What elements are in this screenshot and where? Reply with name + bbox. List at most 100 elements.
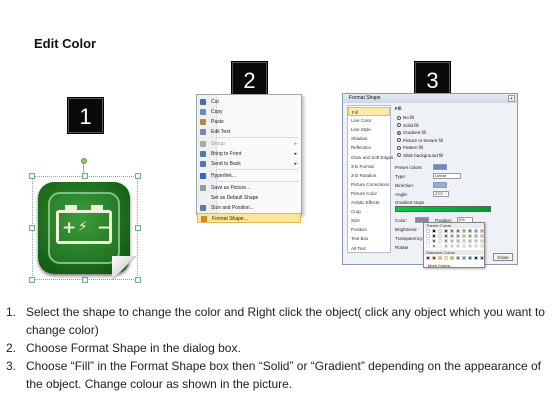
menu-item-group[interactable]: Group ▸ (197, 139, 301, 149)
category-item[interactable]: Glow and Soft Edges (348, 153, 393, 162)
theme-color-swatch[interactable] (450, 234, 454, 238)
theme-color-swatch[interactable] (444, 234, 448, 238)
theme-color-swatch[interactable] (462, 239, 466, 243)
theme-color-swatch[interactable] (474, 229, 478, 233)
standard-color-swatch[interactable] (474, 256, 478, 260)
fill-option[interactable]: Gradient fill (397, 130, 426, 135)
theme-color-swatch[interactable] (456, 229, 460, 233)
resize-handle-tr[interactable] (135, 173, 141, 179)
resize-handle-t[interactable] (82, 173, 88, 179)
theme-color-swatch[interactable] (462, 234, 466, 238)
category-item[interactable]: 3-D Format (348, 162, 390, 171)
theme-color-swatch[interactable] (432, 234, 436, 238)
theme-color-swatch[interactable] (468, 244, 472, 248)
resize-handle-tl[interactable] (29, 173, 35, 179)
fill-option[interactable]: Picture or texture fill (397, 138, 443, 143)
menu-item-format-shape[interactable]: Format Shape... (197, 213, 301, 223)
direction-dropdown[interactable] (433, 182, 447, 188)
category-item[interactable]: Reflection (348, 143, 390, 152)
category-item[interactable]: 3-D Rotation (348, 171, 390, 180)
theme-color-swatch[interactable] (456, 239, 460, 243)
theme-color-swatch[interactable] (480, 244, 484, 248)
menu-item-bring-to-front[interactable]: Bring to Front ▸ (197, 149, 301, 159)
theme-color-swatch[interactable] (438, 239, 442, 243)
theme-color-swatch[interactable] (432, 229, 436, 233)
fill-option[interactable]: Pattern fill (397, 145, 423, 150)
theme-color-swatch[interactable] (468, 229, 472, 233)
theme-color-swatch[interactable] (432, 244, 436, 248)
resize-handle-br[interactable] (135, 277, 141, 283)
resize-handle-l[interactable] (29, 225, 35, 231)
menu-item-set-as-default-shape[interactable]: Set as Default Shape (197, 193, 301, 203)
category-item[interactable]: Fill (348, 107, 390, 116)
fill-option[interactable]: Slide background fill (397, 153, 443, 158)
category-item[interactable]: Crop (348, 207, 390, 216)
resize-handle-r[interactable] (135, 225, 141, 231)
fill-option[interactable]: No fill (397, 115, 414, 120)
category-item[interactable]: Size (348, 216, 390, 225)
fill-option[interactable]: Solid fill (397, 123, 419, 128)
theme-color-swatch[interactable] (474, 234, 478, 238)
rotation-handle[interactable] (81, 158, 87, 164)
category-item[interactable]: Picture Color (348, 189, 390, 198)
standard-color-swatch[interactable] (444, 256, 448, 260)
standard-color-swatch[interactable] (438, 256, 442, 260)
standard-color-swatch[interactable] (456, 256, 460, 260)
angle-input[interactable]: 270° (433, 191, 449, 197)
category-item[interactable]: Shadow (348, 134, 390, 143)
rotate-checkbox-label[interactable]: Rotate (395, 245, 408, 250)
standard-color-swatch[interactable] (432, 256, 436, 260)
menu-item-cut[interactable]: Cut (197, 97, 301, 107)
gradient-stops-bar[interactable] (395, 206, 491, 212)
menu-item-copy[interactable]: Copy (197, 107, 301, 117)
standard-color-swatch[interactable] (426, 256, 430, 260)
category-item[interactable]: Line Style (348, 125, 390, 134)
theme-color-swatch[interactable] (444, 229, 448, 233)
category-item[interactable]: Alt Text (348, 244, 390, 253)
theme-color-swatch[interactable] (456, 234, 460, 238)
category-item[interactable]: Picture Corrections (348, 180, 390, 189)
standard-color-swatch[interactable] (462, 256, 466, 260)
theme-color-swatch[interactable] (474, 244, 478, 248)
menu-item-hyperlink[interactable]: Hyperlink... (197, 171, 301, 181)
menu-item-save-as-picture[interactable]: Save as Picture... (197, 183, 301, 193)
theme-color-swatch[interactable] (462, 229, 466, 233)
more-colors-link[interactable]: More Colors... (428, 263, 453, 268)
theme-color-swatch[interactable] (426, 229, 430, 233)
theme-color-swatch[interactable] (426, 244, 430, 248)
theme-color-swatch[interactable] (468, 234, 472, 238)
resize-handle-bl[interactable] (29, 277, 35, 283)
standard-color-swatch[interactable] (480, 256, 484, 260)
theme-color-swatch[interactable] (438, 234, 442, 238)
menu-item-size-and-position[interactable]: Size and Position... (197, 203, 301, 213)
theme-color-swatch[interactable] (450, 244, 454, 248)
theme-color-swatch[interactable] (426, 239, 430, 243)
close-button[interactable]: Close (493, 253, 513, 261)
type-dropdown[interactable]: Linear (433, 173, 461, 179)
menu-item-send-to-back[interactable]: Send to Back ▸ (197, 159, 301, 169)
theme-color-swatch[interactable] (432, 239, 436, 243)
theme-color-swatch[interactable] (444, 244, 448, 248)
theme-color-swatch[interactable] (444, 239, 448, 243)
theme-color-swatch[interactable] (474, 239, 478, 243)
theme-color-swatch[interactable] (438, 229, 442, 233)
menu-item-edit-text[interactable]: Edit Text (197, 127, 301, 137)
category-item[interactable]: Line Color (348, 116, 390, 125)
theme-color-swatch[interactable] (456, 244, 460, 248)
resize-handle-b[interactable] (82, 277, 88, 283)
theme-color-swatch[interactable] (462, 244, 466, 248)
dialog-close-icon[interactable]: x (508, 95, 515, 102)
theme-color-swatch[interactable] (450, 239, 454, 243)
theme-color-swatch[interactable] (480, 234, 484, 238)
theme-color-swatch[interactable] (468, 239, 472, 243)
theme-color-swatch[interactable] (480, 239, 484, 243)
menu-item-paste[interactable]: Paste (197, 117, 301, 127)
theme-color-swatch[interactable] (438, 244, 442, 248)
category-item[interactable]: Text Box (348, 234, 390, 243)
category-item[interactable]: Artistic Effects (348, 198, 390, 207)
standard-color-swatch[interactable] (450, 256, 454, 260)
theme-color-swatch[interactable] (480, 229, 484, 233)
preset-colors-dropdown[interactable] (433, 164, 447, 170)
theme-color-swatch[interactable] (426, 234, 430, 238)
category-item[interactable]: Position (348, 225, 390, 234)
